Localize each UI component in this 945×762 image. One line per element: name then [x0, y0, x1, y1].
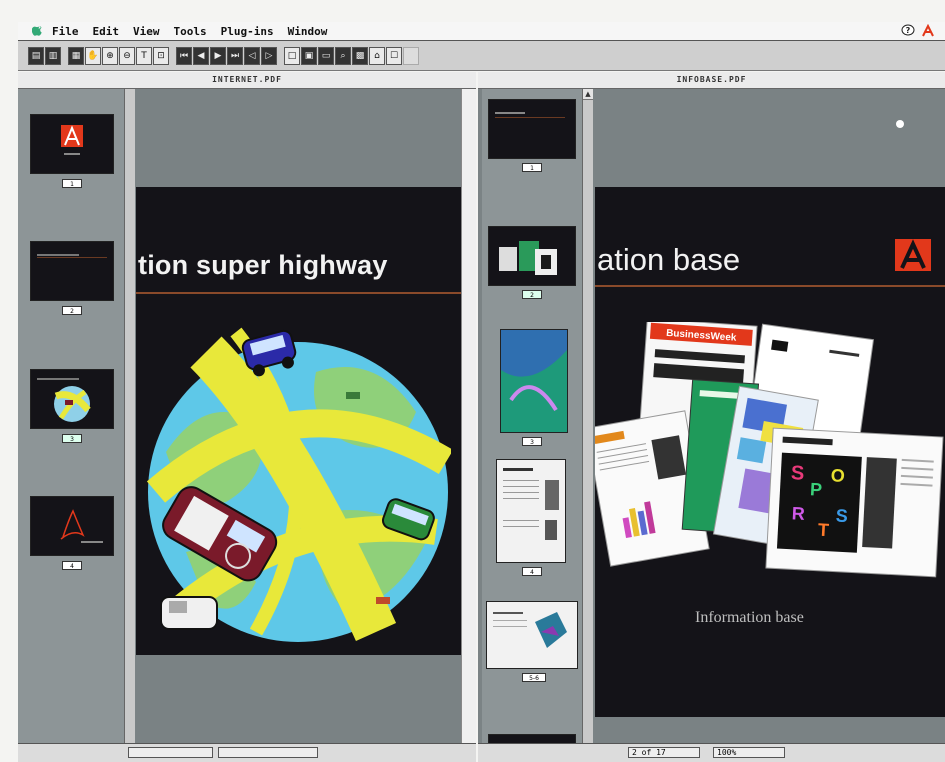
thumbnail-page-number[interactable]: 5-6 [522, 673, 546, 682]
page-thumbnail[interactable] [488, 99, 576, 159]
svg-text:R: R [791, 503, 805, 524]
globe-highway-illustration [146, 327, 451, 642]
thumbnail-scrollbar[interactable] [124, 89, 135, 744]
page-headline: ation base [597, 242, 741, 277]
print-icon[interactable]: ▥ [45, 46, 61, 65]
thumbnail-page-number[interactable]: 3 [62, 434, 82, 443]
next-page-icon[interactable]: ▶ [210, 46, 226, 65]
page-thumbnail[interactable] [30, 241, 114, 301]
page-thumbnail[interactable] [500, 329, 568, 433]
page-footer-text: Information base [695, 609, 804, 626]
fit-page-icon[interactable]: ▣ [301, 46, 317, 65]
thumbnail-page-number[interactable]: 3 [522, 437, 542, 446]
menu-view[interactable]: View [133, 25, 160, 38]
svg-text:O: O [830, 465, 845, 486]
document-window-right[interactable]: INFOBASE.PDF 1 2 3 4 5-6 ▲ ation base Bu… [478, 72, 945, 762]
thumbnail-page-number[interactable]: 4 [62, 561, 82, 570]
menu-tools[interactable]: Tools [174, 25, 207, 38]
zoom-out-icon[interactable]: ⊖ [119, 46, 135, 65]
thumbnail-adobe-acrobat-icon [60, 509, 103, 543]
document-window-left[interactable]: INTERNET.PDF 1 2 3 4 tion super highway [18, 72, 476, 762]
thumbnail-document-page-icon [503, 468, 559, 540]
bookmarks-icon[interactable]: ⌂ [369, 46, 385, 65]
thumbnails-icon[interactable]: ▩ [352, 46, 368, 65]
text-select-icon[interactable]: T [136, 46, 152, 65]
page-thumbnail[interactable] [30, 114, 114, 174]
thumbnail-text-lines-icon [495, 112, 565, 118]
svg-text:?: ? [906, 26, 911, 35]
thumbnail-page-number[interactable]: 2 [62, 306, 82, 315]
fit-width-icon[interactable]: ▭ [318, 46, 334, 65]
scroll-up-icon[interactable]: ▲ [583, 89, 593, 100]
thumbnail-pane[interactable]: 1 2 3 4 5-6 [482, 89, 582, 744]
thumbnail-page-number[interactable]: 1 [62, 179, 82, 188]
help-balloon-icon[interactable]: ? [901, 24, 915, 38]
menu-file[interactable]: File [52, 25, 79, 38]
toolbar: ▤ ▥ ▦ ✋ ⊕ ⊖ T ⊡ ⏮ ◀ ▶ ⏭ ◁ ▷ □ ▣ ▭ ⌕ ▩ ⌂ … [18, 41, 945, 71]
thumbnail-page-number[interactable]: 1 [522, 163, 542, 172]
previous-page-icon[interactable]: ◀ [193, 46, 209, 65]
menu-edit[interactable]: Edit [93, 25, 120, 38]
page-number-field[interactable]: 2 of 17 [628, 747, 700, 758]
disabled-tool-icon [403, 46, 419, 65]
pdf-page: ation base BusinessWeek S P O R T S Info… [595, 187, 945, 717]
pdf-page: tion super highway [136, 187, 461, 655]
svg-text:T: T [817, 520, 829, 541]
hand-tool-icon[interactable]: ✋ [85, 46, 101, 65]
zoom-field[interactable] [218, 747, 318, 758]
page-thumbnail[interactable] [488, 226, 576, 286]
graphics-select-icon[interactable]: ⊡ [153, 46, 169, 65]
menu-bar: File Edit View Tools Plug-ins Window ? [18, 22, 945, 41]
status-bar [18, 743, 476, 762]
go-back-icon[interactable]: ◁ [244, 46, 260, 65]
thumbnail-page-number[interactable]: 2 [522, 290, 542, 299]
thumbnail-scrollbar[interactable]: ▲ [582, 89, 593, 744]
apple-menu-icon[interactable] [32, 25, 44, 37]
headline-rule [595, 285, 945, 287]
thumbnail-spread-icon [493, 612, 567, 648]
menu-window[interactable]: Window [288, 25, 328, 38]
page-view[interactable]: ation base BusinessWeek S P O R T S Info… [595, 89, 945, 744]
window-title[interactable]: INTERNET.PDF [18, 72, 476, 89]
go-forward-icon[interactable]: ▷ [261, 46, 277, 65]
headline-rule [136, 292, 461, 294]
svg-text:S: S [790, 462, 804, 485]
show-hide-navigation-icon[interactable]: ▦ [68, 46, 84, 65]
actual-size-icon[interactable]: □ [284, 46, 300, 65]
menu-plug-ins[interactable]: Plug-ins [221, 25, 274, 38]
svg-text:P: P [810, 479, 823, 500]
page-thumbnail[interactable] [30, 496, 114, 556]
page-thumbnail[interactable] [486, 601, 578, 669]
thumbnail-globe-icon [37, 378, 91, 422]
acrobat-app-icon[interactable] [921, 24, 935, 38]
page-scrollbar[interactable] [461, 89, 476, 744]
web-link-icon[interactable]: ☐ [386, 46, 402, 65]
cursor-icon [896, 120, 904, 128]
adobe-logo-icon [61, 125, 83, 155]
thumbnail-collage-icon [499, 241, 557, 275]
svg-text:S: S [835, 506, 848, 527]
last-page-icon[interactable]: ⏭ [227, 46, 243, 65]
thumbnail-text-lines-icon [37, 254, 107, 258]
menubar-extras: ? [901, 24, 935, 38]
page-view[interactable]: tion super highway [136, 89, 461, 744]
first-page-icon[interactable]: ⏮ [176, 46, 192, 65]
publications-collage-illustration: BusinessWeek S P O R T S [595, 322, 944, 578]
thumbnail-magazine-cover-icon [501, 330, 567, 432]
find-icon[interactable]: ⌕ [335, 46, 351, 65]
window-title[interactable]: INFOBASE.PDF [478, 72, 945, 89]
thumbnail-page-number[interactable]: 4 [522, 567, 542, 576]
page-thumbnail[interactable] [496, 459, 566, 563]
zoom-field[interactable]: 100% [713, 747, 785, 758]
page-number-field[interactable] [128, 747, 213, 758]
adobe-logo-icon [895, 239, 931, 271]
zoom-in-icon[interactable]: ⊕ [102, 46, 118, 65]
status-bar: 2 of 17 100% [478, 743, 945, 762]
open-icon[interactable]: ▤ [28, 46, 44, 65]
thumbnail-pane[interactable]: 1 2 3 4 [18, 89, 124, 744]
page-headline: tion super highway [138, 250, 388, 280]
page-thumbnail[interactable] [30, 369, 114, 429]
